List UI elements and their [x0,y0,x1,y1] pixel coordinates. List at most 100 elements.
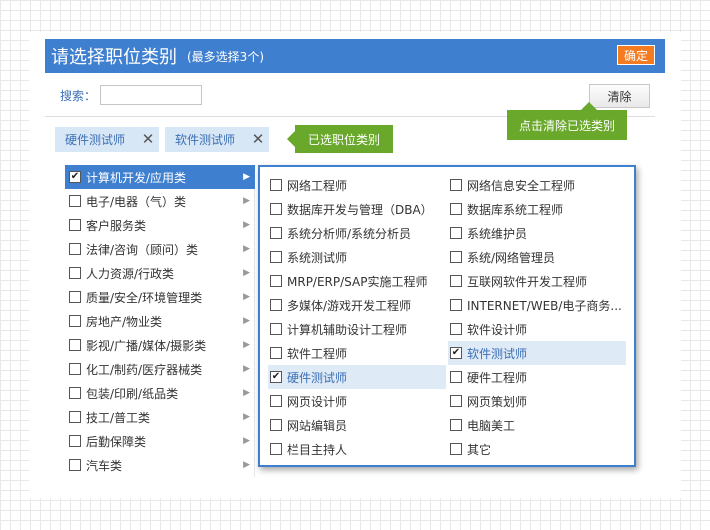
job-item[interactable]: 网页设计师 [268,389,446,413]
checkbox[interactable] [270,371,282,383]
category-item[interactable]: 化工/制药/医疗器械类 ▶ [65,357,255,381]
job-label: 数据库系统工程师 [467,202,564,217]
job-item[interactable]: 软件设计师 [448,317,626,341]
checkbox[interactable] [270,203,282,215]
job-item[interactable]: 互联网软件开发工程师 [448,269,626,293]
job-item[interactable]: 网页策划师 [448,389,626,413]
category-item[interactable]: 后勤保障类 ▶ [65,429,255,453]
job-item[interactable]: 硬件工程师 [448,365,626,389]
category-list: 计算机开发/应用类▶电子/电器（气）类▶客户服务类▶法律/咨询（顾问）类▶人力资… [65,165,255,477]
chevron-right-icon: ▶ [243,364,250,374]
checkbox[interactable] [69,195,81,207]
selected-chip-label: 硬件测试师 [65,132,126,147]
category-label: 人力资源/行政类 [86,266,175,281]
checkbox[interactable] [450,323,462,335]
clear-button[interactable]: 清除 [589,84,650,108]
category-item[interactable]: 房地产/物业类 ▶ [65,309,255,333]
chevron-right-icon: ▶ [243,172,250,182]
checkbox[interactable] [270,227,282,239]
category-item[interactable]: 汽车类 ▶ [65,453,255,477]
remove-icon[interactable]: ✕ [247,130,269,148]
chevron-right-icon: ▶ [243,340,250,350]
checkbox[interactable] [450,251,462,263]
category-item[interactable]: 影视/广播/媒体/摄影类 ▶ [65,333,255,357]
job-item[interactable]: 硬件测试师 [268,365,446,389]
checkbox[interactable] [69,219,81,231]
category-item[interactable]: 电子/电器（气）类 ▶ [65,189,255,213]
job-item[interactable]: 系统/网络管理员 [448,245,626,269]
job-item[interactable]: 栏目主持人 [268,437,446,461]
checkbox[interactable] [69,243,81,255]
checkbox[interactable] [450,419,462,431]
category-item[interactable]: 技工/普工类 ▶ [65,405,255,429]
job-label: INTERNET/WEB/电子商务... [467,298,622,313]
checkbox[interactable] [270,299,282,311]
job-item[interactable]: MRP/ERP/SAP实施工程师 [268,269,446,293]
checkbox[interactable] [450,275,462,287]
checkbox[interactable] [270,347,282,359]
job-item[interactable]: INTERNET/WEB/电子商务... [448,293,626,317]
category-item[interactable]: 计算机开发/应用类 ▶ [65,165,255,189]
job-item[interactable]: 系统维护员 [448,221,626,245]
category-label: 化工/制药/医疗器械类 [86,362,203,377]
category-item[interactable]: 法律/咨询（顾问）类 ▶ [65,237,255,261]
checkbox[interactable] [270,179,282,191]
job-item[interactable]: 其它 [448,437,626,461]
checkbox[interactable] [450,179,462,191]
job-item[interactable]: 系统分析师/系统分析员 [268,221,446,245]
remove-icon[interactable]: ✕ [137,130,159,148]
checkbox[interactable] [450,395,462,407]
checkbox[interactable] [270,419,282,431]
category-label: 电子/电器（气）类 [86,194,187,209]
job-item[interactable]: 电脑美工 [448,413,626,437]
checkbox[interactable] [450,299,462,311]
checkbox[interactable] [69,459,81,471]
category-label: 技工/普工类 [86,410,151,425]
checkbox[interactable] [69,387,81,399]
checkbox[interactable] [450,371,462,383]
job-label: 系统维护员 [467,226,528,241]
job-label: 硬件工程师 [467,370,528,385]
category-item[interactable]: 人力资源/行政类 ▶ [65,261,255,285]
job-item[interactable]: 网站编辑员 [268,413,446,437]
job-item[interactable]: 软件测试师 [448,341,626,365]
job-label: 网站编辑员 [287,418,348,433]
dialog-titlebar: 请选择职位类别 (最多选择3个) 确定 [45,39,665,73]
checkbox[interactable] [69,339,81,351]
confirm-button[interactable]: 确定 [617,45,655,65]
checkbox[interactable] [69,171,81,183]
checkbox[interactable] [270,395,282,407]
checkbox[interactable] [270,251,282,263]
checkbox[interactable] [270,443,282,455]
checkbox[interactable] [69,291,81,303]
category-item[interactable]: 质量/安全/环境管理类 ▶ [65,285,255,309]
category-label: 后勤保障类 [86,434,147,449]
job-item[interactable]: 数据库系统工程师 [448,197,626,221]
category-item[interactable]: 包装/印刷/纸品类 ▶ [65,381,255,405]
checkbox[interactable] [69,411,81,423]
checkbox[interactable] [450,203,462,215]
job-item[interactable]: 数据库开发与管理（DBA） [268,197,446,221]
category-item[interactable]: 客户服务类 ▶ [65,213,255,237]
checkbox[interactable] [450,347,462,359]
job-item[interactable]: 软件工程师 [268,341,446,365]
chevron-right-icon: ▶ [243,196,250,206]
checkbox[interactable] [69,267,81,279]
chevron-right-icon: ▶ [243,436,250,446]
checkbox[interactable] [270,323,282,335]
job-item[interactable]: 多媒体/游戏开发工程师 [268,293,446,317]
chevron-right-icon: ▶ [243,244,250,254]
job-item[interactable]: 系统测试师 [268,245,446,269]
checkbox[interactable] [450,443,462,455]
search-input[interactable] [100,85,203,105]
selected-chip: 软件测试师 ✕ [165,126,269,152]
checkbox[interactable] [69,315,81,327]
checkbox[interactable] [69,363,81,375]
job-item[interactable]: 计算机辅助设计工程师 [268,317,446,341]
checkbox[interactable] [450,227,462,239]
job-item[interactable]: 网络信息安全工程师 [448,173,626,197]
clear-tip: 点击清除已选类别 [507,102,627,140]
job-item[interactable]: 网络工程师 [268,173,446,197]
checkbox[interactable] [69,435,81,447]
checkbox[interactable] [270,275,282,287]
